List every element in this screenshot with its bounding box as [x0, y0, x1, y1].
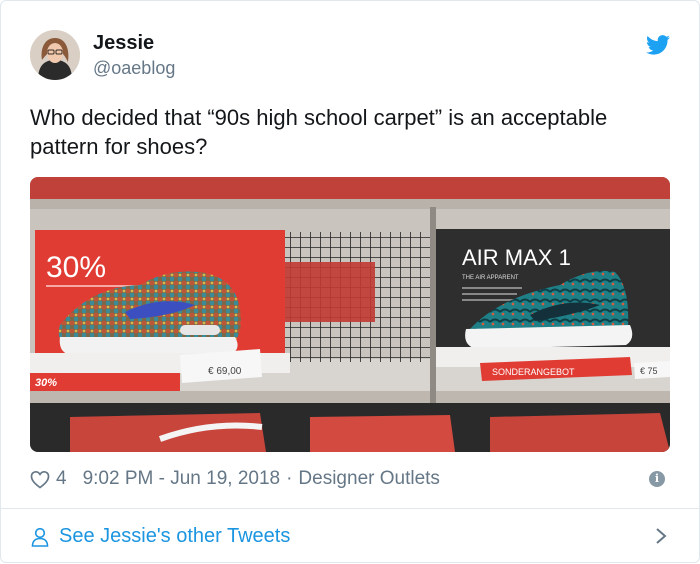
twitter-bird-icon[interactable]	[646, 35, 670, 55]
tweet-text: Who decided that “90s high school carpet…	[30, 105, 608, 159]
left-sign-percent: 30%	[46, 251, 106, 284]
location[interactable]: Designer Outlets	[298, 468, 440, 490]
right-band-label: SONDERANGEBOT	[492, 367, 575, 377]
left-band-label: 30%	[35, 377, 57, 389]
user-name[interactable]: Jessie	[93, 32, 154, 55]
left-price: € 69,00	[208, 366, 242, 377]
heart-icon[interactable]	[30, 470, 50, 489]
like-count[interactable]: 4	[56, 468, 67, 490]
right-sign-subtitle: THE AIR APPARENT	[462, 275, 519, 281]
tweet-photo[interactable]: 30% AIR MAX 1 THE AIR APPARENT € 69,00 3…	[30, 177, 670, 452]
see-other-tweets-link[interactable]: See Jessie's other Tweets	[1, 509, 700, 564]
right-price: € 75	[640, 366, 658, 376]
info-icon[interactable]: i	[649, 471, 665, 487]
avatar[interactable]	[30, 30, 80, 80]
user-handle[interactable]: @oaeblog	[93, 58, 175, 79]
chevron-right-icon[interactable]	[655, 527, 667, 545]
tweet-meta: 4 9:02 PM - Jun 19, 2018 · Designer Outl…	[30, 467, 440, 491]
embedded-tweet-card: Jessie @oaeblog Who decided that “90s hi…	[0, 0, 700, 563]
meta-separator: ·	[286, 468, 293, 489]
see-other-tweets-label: See Jessie's other Tweets	[59, 525, 291, 547]
timestamp[interactable]: 9:02 PM - Jun 19, 2018	[83, 468, 281, 490]
person-icon	[31, 527, 49, 547]
right-sign-title: AIR MAX 1	[462, 245, 571, 270]
